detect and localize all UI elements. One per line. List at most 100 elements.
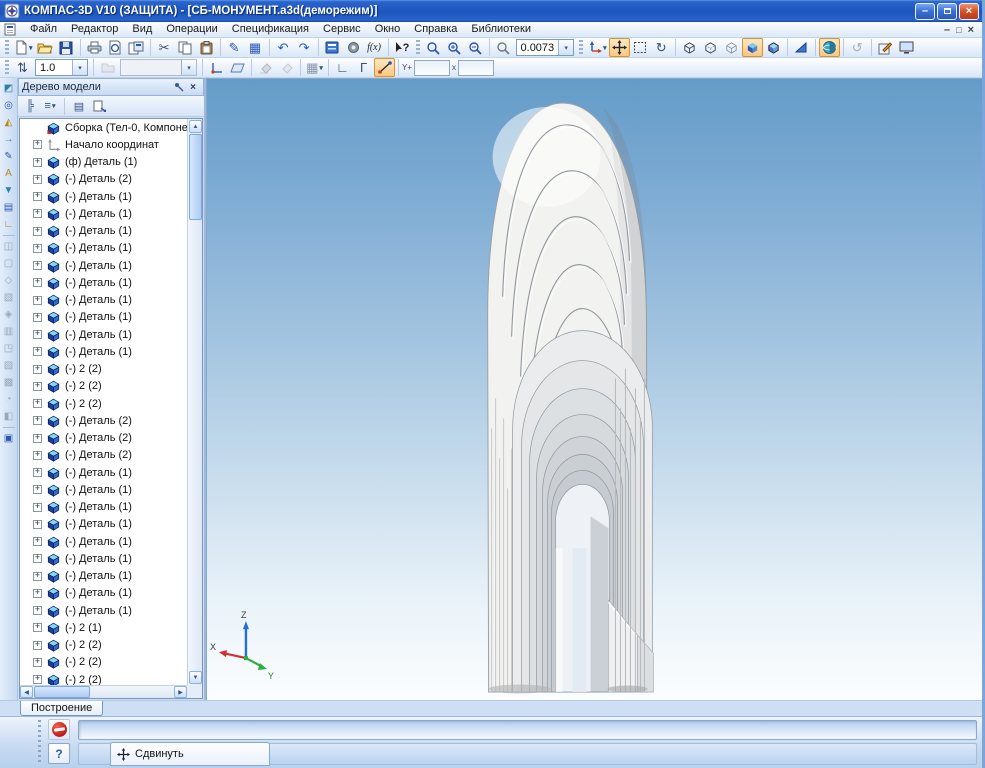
tree-structure-button[interactable]: ╠ [21, 98, 39, 115]
toolbar-grip[interactable] [5, 60, 9, 76]
tab-move[interactable]: Сдвинуть [110, 742, 270, 766]
compact-panel-button[interactable]: ✎ [1, 148, 17, 165]
tab-construction[interactable]: Построение [20, 701, 103, 716]
tree-expand-icon[interactable]: + [33, 468, 42, 477]
tree-display-mode-button[interactable]: ≡▾ [41, 98, 59, 115]
scroll-down-button[interactable]: ▼ [189, 671, 202, 684]
step-dropdown[interactable]: ▾ [72, 60, 87, 75]
step-combo[interactable]: 1.0▾ [35, 59, 88, 76]
compact-panel-button[interactable]: ◎ [1, 97, 17, 114]
compact-panel-button[interactable]: ◫ [1, 238, 17, 255]
local-cs-button[interactable]: ∟ [332, 58, 353, 77]
compact-panel-button[interactable]: ◇ [1, 272, 17, 289]
tree-item[interactable]: + (-) Деталь (1) [20, 257, 187, 274]
mdi-close-button[interactable]: × [968, 24, 974, 36]
zoom-scale-dropdown[interactable]: ▾ [558, 40, 573, 55]
document-icon[interactable] [4, 23, 19, 36]
minimize-button[interactable]: – [915, 3, 935, 20]
compact-panel-button[interactable]: ▢ [1, 255, 17, 272]
tree-item[interactable]: + (-) Деталь (2) [20, 171, 187, 188]
copy-button[interactable] [175, 38, 196, 57]
paste-button[interactable] [196, 38, 217, 57]
menu-item[interactable]: Библиотеки [464, 22, 538, 37]
tree-item[interactable]: + (-) Деталь (1) [20, 481, 187, 498]
grid-button[interactable]: ▦▾ [304, 58, 325, 77]
tree-expand-icon[interactable]: + [33, 175, 42, 184]
stop-button[interactable] [48, 719, 70, 740]
coordinate-system-button[interactable] [206, 58, 227, 77]
new-document-button[interactable]: ▾ [12, 38, 35, 57]
tree-expand-icon[interactable]: + [33, 485, 42, 494]
tree-expand-icon[interactable]: + [33, 554, 42, 563]
format-brush-button[interactable]: ✎ [224, 38, 245, 57]
compact-panel-button[interactable]: ▨ [1, 357, 17, 374]
hidden-lines-removed-button[interactable] [700, 38, 721, 57]
tree-expand-icon[interactable]: + [33, 140, 42, 149]
tree-expand-icon[interactable]: + [33, 261, 42, 270]
compact-panel-button[interactable]: A [1, 165, 17, 182]
pan-button[interactable] [609, 38, 630, 57]
compact-panel-button[interactable]: ◳ [1, 340, 17, 357]
tree-item[interactable]: + (-) 2 (2) [20, 378, 187, 395]
eraser-button[interactable] [255, 58, 276, 77]
scroll-thumb[interactable] [34, 686, 90, 698]
tree-expand-icon[interactable]: + [33, 313, 42, 322]
tree-expand-icon[interactable]: + [33, 227, 42, 236]
scroll-left-button[interactable]: ◀ [20, 686, 33, 698]
tree-item[interactable]: + (-) Деталь (2) [20, 412, 187, 429]
tree-item[interactable]: + (-) Деталь (1) [20, 326, 187, 343]
mdi-minimize-button[interactable]: – [944, 24, 950, 36]
menu-item[interactable]: Операции [159, 22, 224, 37]
state-icon-button[interactable] [97, 58, 118, 77]
half-tone-section-button[interactable] [791, 38, 812, 57]
rebuild-button[interactable]: ↺ [847, 38, 868, 57]
tree-item[interactable]: + Сборка (Тел-0, Компонентов-54) [20, 119, 187, 136]
compact-panel-button[interactable]: ▣ [1, 430, 17, 447]
tree-item[interactable]: + (-) Деталь (1) [20, 343, 187, 360]
help-button[interactable]: ? [48, 743, 70, 764]
step-value[interactable]: 1.0 [36, 62, 72, 74]
tree-item[interactable]: + (-) Деталь (1) [20, 274, 187, 291]
tree-item[interactable]: + (-) Деталь (1) [20, 602, 187, 619]
tree-vertical-scrollbar[interactable]: ▲ ▼ [187, 119, 202, 685]
compact-panel-button[interactable]: ◔ [1, 391, 17, 408]
tree-item[interactable]: + Начало координат [20, 136, 187, 153]
document-manager-button[interactable] [126, 38, 147, 57]
tree-item[interactable]: + (-) Деталь (2) [20, 447, 187, 464]
tree-item[interactable]: + (-) Деталь (1) [20, 240, 187, 257]
tree-relations-button[interactable] [90, 98, 108, 115]
tree-item[interactable]: + (-) Деталь (1) [20, 533, 187, 550]
tree-item[interactable]: + (-) Деталь (1) [20, 188, 187, 205]
compact-panel-button[interactable]: ◈ [1, 306, 17, 323]
dropdown-icon[interactable]: ▾ [52, 102, 56, 110]
tree-expand-icon[interactable]: + [33, 347, 42, 356]
zoom-current-button[interactable] [493, 38, 514, 57]
tree-item[interactable]: + (-) Деталь (2) [20, 430, 187, 447]
zoom-in-button[interactable] [444, 38, 465, 57]
toolbar-grip[interactable] [416, 40, 420, 56]
shaded-wireframe-button[interactable] [763, 38, 784, 57]
tree-item[interactable]: + (-) 2 (1) [20, 619, 187, 636]
menu-item[interactable]: Сервис [316, 22, 368, 37]
tree-expand-icon[interactable]: + [33, 416, 42, 425]
menu-item[interactable]: Справка [407, 22, 464, 37]
save-button[interactable] [56, 38, 77, 57]
hidden-lines-thin-button[interactable] [721, 38, 742, 57]
print-button[interactable] [84, 38, 105, 57]
zoom-scale-value[interactable]: 0.0073 [517, 42, 559, 54]
toolbar-grip[interactable] [5, 40, 9, 56]
cut-button[interactable]: ✂ [154, 38, 175, 57]
compact-panel-button[interactable]: ∟ [1, 216, 17, 233]
tree-item[interactable]: + (-) Деталь (1) [20, 585, 187, 602]
tree-item[interactable]: + (-) 2 (2) [20, 671, 187, 685]
close-panel-button[interactable]: × [186, 80, 200, 94]
tree-item[interactable]: + (-) 2 (2) [20, 395, 187, 412]
tree-expand-icon[interactable]: + [33, 503, 42, 512]
tree-expand-icon[interactable]: + [33, 641, 42, 650]
snap-button[interactable] [374, 58, 395, 77]
redo-button[interactable]: ↷ [294, 38, 315, 57]
compact-panel-button[interactable]: ▧ [1, 289, 17, 306]
tree-expand-icon[interactable]: + [33, 296, 42, 305]
dropdown-icon[interactable]: ▾ [29, 44, 33, 52]
dropdown-icon[interactable]: ▾ [319, 64, 323, 72]
